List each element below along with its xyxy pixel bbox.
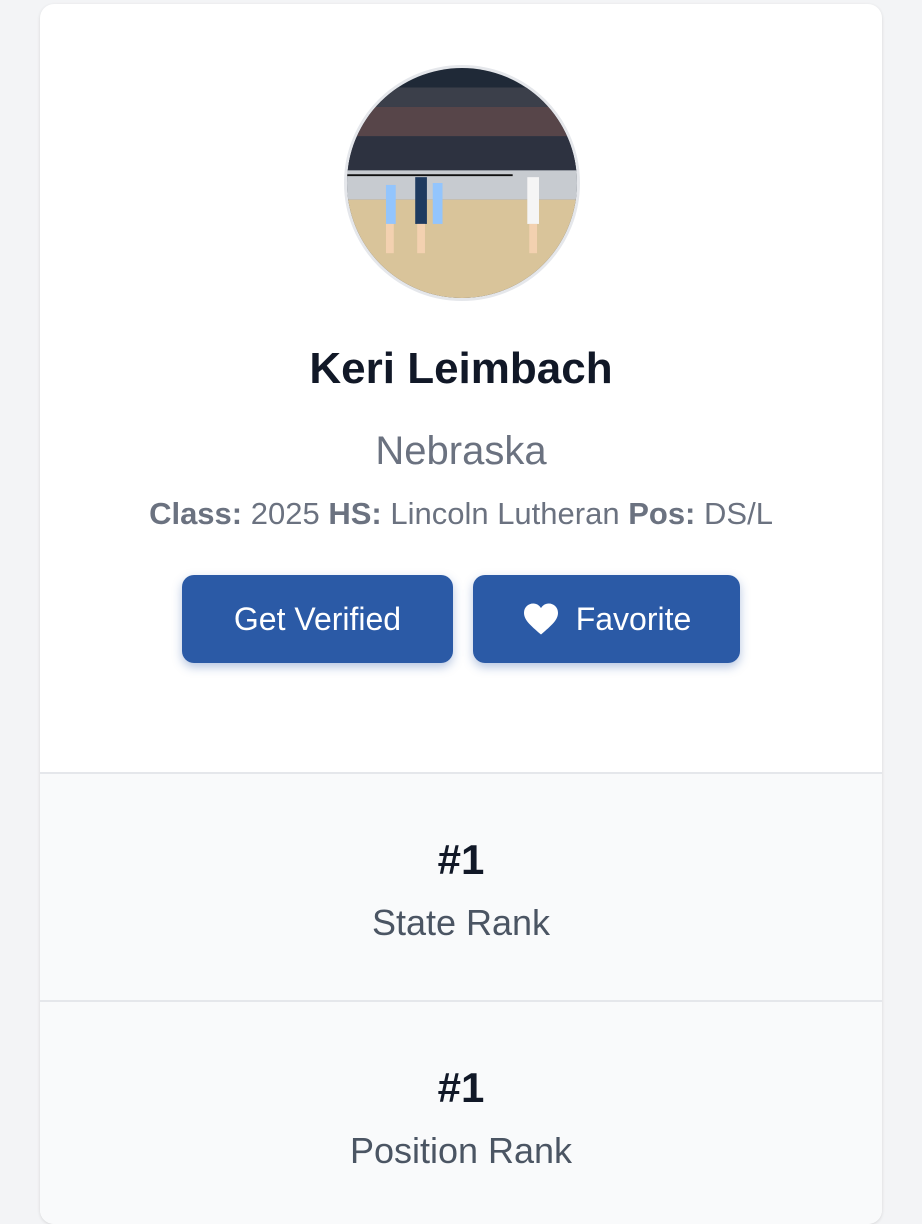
avatar-photo — [347, 68, 577, 298]
hs-label: HS: — [328, 496, 382, 531]
player-meta: Class: 2025 HS: Lincoln Lutheran Pos: DS… — [40, 496, 882, 532]
get-verified-button[interactable]: Get Verified — [182, 575, 453, 663]
player-name: Keri Leimbach — [309, 344, 613, 393]
pos-value: DS/L — [704, 496, 773, 531]
state-rank-label: State Rank — [371, 902, 551, 943]
hs-value: Lincoln Lutheran — [390, 496, 620, 531]
favorite-button[interactable]: Favorite — [473, 575, 740, 663]
state-rank-value: #1 — [437, 836, 485, 883]
state-rank-section: #1 State Rank — [40, 772, 882, 1000]
class-label: Class: — [149, 496, 243, 531]
player-state: Nebraska — [375, 429, 547, 473]
pos-label: Pos: — [628, 496, 696, 531]
class-value: 2025 — [250, 496, 320, 531]
profile-card: Keri Leimbach Nebraska Class: 2025 HS: L… — [40, 4, 882, 1224]
position-rank-section: #1 Position Rank — [40, 1000, 882, 1224]
profile-header: Keri Leimbach Nebraska Class: 2025 HS: L… — [40, 4, 882, 772]
get-verified-label: Get Verified — [233, 600, 402, 637]
position-rank-value: #1 — [437, 1064, 485, 1111]
heart-icon — [522, 602, 560, 636]
avatar — [344, 65, 580, 301]
position-rank-label: Position Rank — [349, 1130, 573, 1171]
favorite-label: Favorite — [575, 600, 692, 637]
